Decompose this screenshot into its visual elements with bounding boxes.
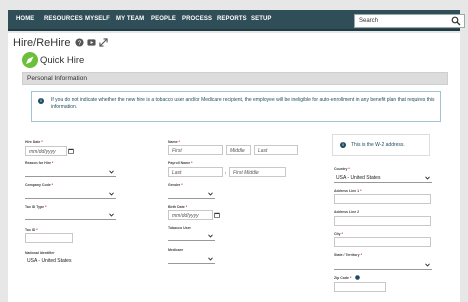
name-label: Name * (168, 140, 180, 144)
section-header: Personal Information (22, 72, 448, 85)
w2-address-notice: i This is the W-2 address. (332, 134, 430, 156)
reason-for-hire-select[interactable] (25, 167, 116, 177)
tobacco-user-label: Tobacco User (168, 226, 191, 230)
info-icon: i (340, 142, 346, 148)
zip-code-label: Zip Code * (334, 276, 352, 280)
company-code-label: Company Code * (25, 183, 54, 187)
nav-people[interactable]: PEOPLE (151, 16, 176, 22)
middle-name-input[interactable]: Middle (226, 145, 251, 155)
chevron-down-icon (208, 234, 213, 238)
hire-date-label: Hire Date * (25, 140, 43, 144)
tobacco-user-select[interactable] (168, 231, 215, 241)
address-line-1-input[interactable] (334, 194, 431, 204)
search-placeholder: Search (359, 18, 379, 24)
payroll-name-label: Payroll Name * (168, 161, 193, 165)
info-text: If you do not indicate whether the new h… (51, 97, 435, 110)
address-line-2-label: Address Line 2 (334, 210, 360, 214)
nav-myself[interactable]: MYSELF (85, 16, 110, 22)
w2-notice-text: This is the W-2 address. (351, 142, 405, 148)
page-title: Hire/ReHire (13, 37, 71, 49)
reason-for-hire-label: Reason for Hire * (25, 161, 54, 165)
country-select[interactable]: USA - United States (334, 173, 432, 183)
tax-id-input[interactable] (25, 233, 73, 243)
address-line-1-label: Address Line 1 * (334, 189, 362, 193)
quick-hire-title: Quick Hire (40, 55, 85, 66)
search-icon[interactable] (451, 16, 461, 26)
state-territory-label: State / Territory * (334, 253, 362, 257)
help-icon[interactable]: ? (75, 38, 84, 47)
video-icon[interactable] (87, 38, 96, 47)
medicare-label: Medicare (168, 248, 184, 252)
payroll-first-middle-input[interactable]: First Middle (229, 167, 286, 177)
nav-resources[interactable]: RESOURCES (44, 16, 83, 22)
first-name-input[interactable]: First (168, 145, 223, 155)
gender-label: Gender * (168, 183, 183, 187)
main-content: Hire/ReHire ? Quick Hire Personal Inform… (8, 33, 460, 302)
last-name-input[interactable]: Last (254, 145, 298, 155)
expand-icon[interactable] (99, 38, 108, 47)
calendar-icon[interactable] (214, 212, 220, 218)
chevron-down-icon (425, 176, 430, 180)
chevron-down-icon (425, 263, 430, 267)
national-identifier-value: USA - United States (27, 258, 72, 264)
tax-id-type-select[interactable] (25, 210, 116, 220)
chevron-down-icon (109, 213, 114, 217)
country-label: Country * (334, 167, 350, 171)
birth-date-label: Birth Date * (168, 205, 188, 209)
hire-date-input[interactable]: mm/dd/yyyy (25, 146, 67, 156)
nav-my-team[interactable]: MY TEAM (116, 16, 144, 22)
rocket-icon (22, 52, 38, 68)
payroll-name-separator: , (225, 169, 227, 175)
state-territory-select[interactable] (334, 260, 432, 270)
svg-text:?: ? (78, 40, 82, 47)
city-label: City * (334, 232, 343, 236)
birth-date-input[interactable]: mm/dd/yyyy (168, 210, 213, 220)
info-notice: i If you do not indicate whether the new… (31, 91, 441, 122)
city-input[interactable] (334, 237, 431, 247)
tax-id-type-label: Tax ID Type * (25, 205, 47, 209)
info-icon: i (38, 98, 44, 104)
nav-process[interactable]: PROCESS (182, 16, 212, 22)
chevron-down-icon (109, 192, 114, 196)
gender-select[interactable] (168, 189, 215, 199)
company-code-select[interactable] (25, 189, 116, 199)
calendar-icon[interactable] (68, 148, 74, 154)
national-identifier-label: National Identifier (25, 251, 55, 255)
country-value: USA - United States (336, 175, 381, 181)
nav-reports[interactable]: REPORTS (217, 16, 247, 22)
tax-id-label: Tax ID * (25, 228, 38, 232)
chevron-down-icon (208, 192, 213, 196)
nav-home[interactable]: HOME (16, 16, 34, 22)
search-input[interactable]: Search (354, 14, 465, 28)
medicare-select[interactable] (168, 254, 215, 264)
nav-setup[interactable]: SETUP (251, 16, 272, 22)
zip-code-input[interactable] (334, 282, 386, 292)
address-line-2-input[interactable] (334, 216, 431, 226)
chevron-down-icon (208, 257, 213, 261)
chevron-down-icon (109, 170, 114, 174)
section-title: Personal Information (27, 75, 87, 82)
top-navigation-bar: HOME RESOURCES MYSELF MY TEAM PEOPLE PRO… (8, 10, 465, 31)
payroll-last-name-input[interactable]: Last (168, 167, 223, 177)
help-icon[interactable] (355, 275, 360, 280)
